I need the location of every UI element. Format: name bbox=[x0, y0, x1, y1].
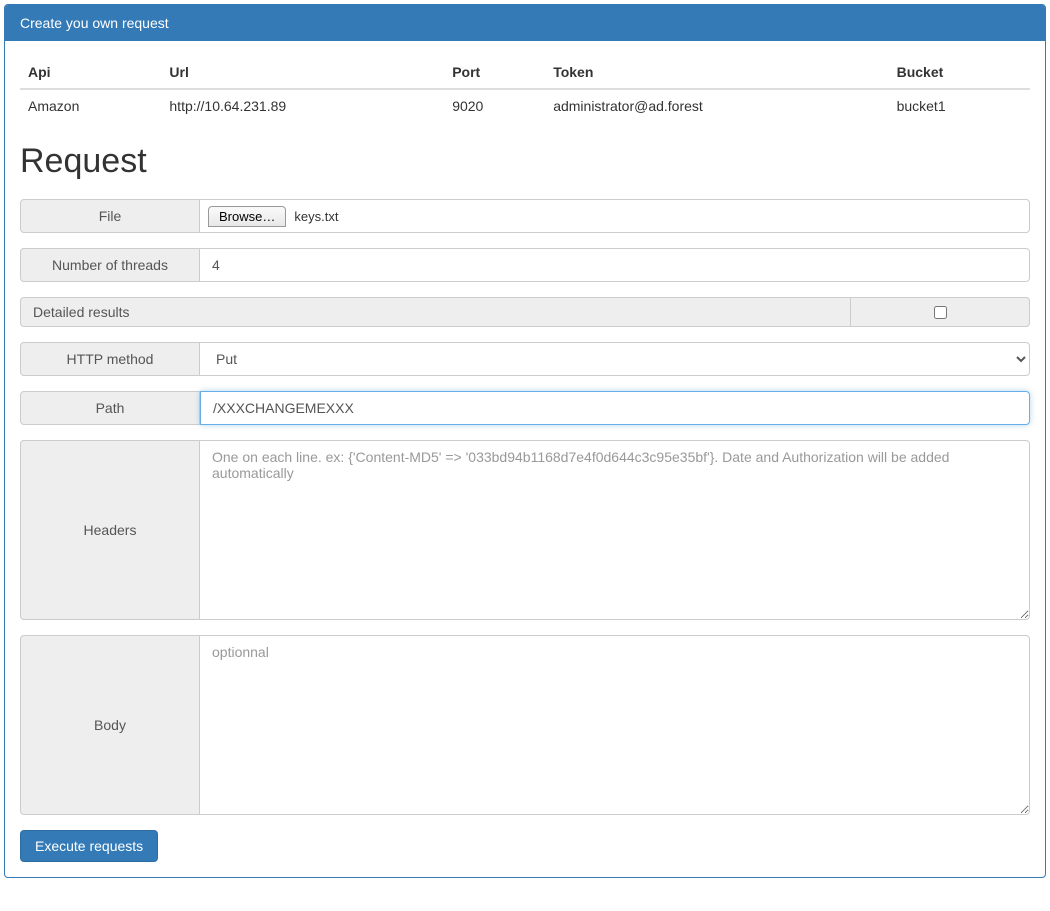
detailed-group: Detailed results bbox=[20, 297, 1030, 327]
headers-group: Headers bbox=[20, 440, 1030, 620]
body-group: Body bbox=[20, 635, 1030, 815]
headers-textarea[interactable] bbox=[200, 440, 1030, 620]
table-row: Amazon http://10.64.231.89 9020 administ… bbox=[20, 89, 1030, 122]
method-label: HTTP method bbox=[20, 342, 200, 376]
path-label: Path bbox=[20, 391, 200, 425]
threads-input[interactable] bbox=[200, 248, 1030, 282]
cell-token: administrator@ad.forest bbox=[545, 89, 888, 122]
panel-title: Create you own request bbox=[5, 5, 1045, 41]
body-textarea[interactable] bbox=[200, 635, 1030, 815]
connection-info-table: Api Url Port Token Bucket Amazon http://… bbox=[20, 56, 1030, 122]
th-url: Url bbox=[161, 56, 444, 89]
panel-body: Api Url Port Token Bucket Amazon http://… bbox=[5, 41, 1045, 877]
request-panel: Create you own request Api Url Port Toke… bbox=[4, 4, 1046, 878]
th-api: Api bbox=[20, 56, 161, 89]
browse-button[interactable]: Browse… bbox=[208, 206, 286, 227]
file-group: File Browse… keys.txt bbox=[20, 199, 1030, 233]
file-label: File bbox=[20, 199, 200, 233]
path-input[interactable] bbox=[200, 391, 1030, 425]
cell-port: 9020 bbox=[444, 89, 545, 122]
detailed-label: Detailed results bbox=[20, 297, 850, 327]
cell-api: Amazon bbox=[20, 89, 161, 122]
method-group: HTTP method Put bbox=[20, 342, 1030, 376]
headers-label: Headers bbox=[20, 440, 200, 620]
body-label: Body bbox=[20, 635, 200, 815]
threads-label: Number of threads bbox=[20, 248, 200, 282]
th-port: Port bbox=[444, 56, 545, 89]
th-bucket: Bucket bbox=[889, 56, 1030, 89]
detailed-checkbox[interactable] bbox=[934, 306, 947, 319]
file-input-wrap[interactable]: Browse… keys.txt bbox=[200, 199, 1030, 233]
method-select[interactable]: Put bbox=[200, 342, 1030, 376]
path-group: Path bbox=[20, 391, 1030, 425]
detailed-check-cell bbox=[850, 297, 1030, 327]
cell-bucket: bucket1 bbox=[889, 89, 1030, 122]
threads-group: Number of threads bbox=[20, 248, 1030, 282]
th-token: Token bbox=[545, 56, 888, 89]
execute-button[interactable]: Execute requests bbox=[20, 830, 158, 862]
cell-url: http://10.64.231.89 bbox=[161, 89, 444, 122]
section-title: Request bbox=[20, 142, 1030, 181]
file-name: keys.txt bbox=[294, 209, 338, 224]
